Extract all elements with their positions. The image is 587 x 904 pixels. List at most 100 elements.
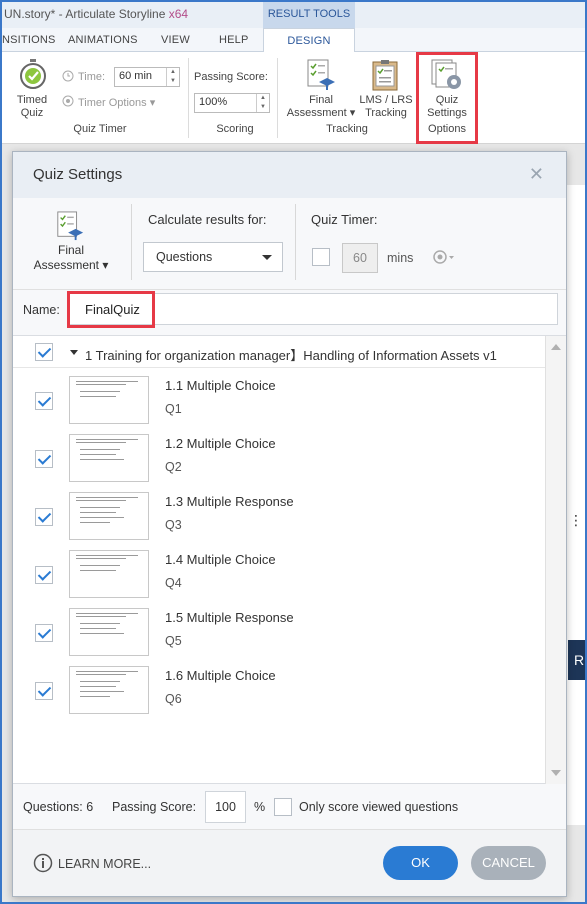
ribbon-separator — [277, 58, 278, 138]
thumbnail-text-line — [80, 507, 120, 508]
thumbnail-text-line — [76, 497, 138, 498]
final-assessment-icon[interactable] — [305, 58, 337, 95]
thumbnail-text-line — [80, 623, 120, 624]
quiz-timer-label: Quiz Timer: — [311, 212, 378, 227]
tab-design[interactable]: DESIGN — [263, 28, 355, 53]
tab-view[interactable]: VIEW — [161, 34, 190, 46]
spinner-arrows-icon[interactable]: ▲ ▼ — [166, 68, 179, 86]
final-assessment-dropdown[interactable]: Final Assessment ▾ — [283, 94, 359, 120]
passing-score-label: Passing Score: — [194, 71, 268, 83]
thumbnail-text-line — [76, 384, 126, 385]
toolbar-separator — [131, 204, 132, 280]
cancel-button[interactable]: CANCEL — [471, 846, 546, 880]
quiz-timer-group-label: Quiz Timer — [73, 123, 127, 135]
tab-animations[interactable]: ANIMATIONS — [68, 34, 138, 46]
quiz-settings-dialog: Quiz Settings ✕ Final Assessment ▾ Calcul… — [12, 151, 567, 897]
scroll-down-icon[interactable] — [551, 770, 561, 776]
question-title: 1.5 Multiple Response — [165, 610, 294, 625]
final-assessment-select[interactable]: Final Assessment ▾ — [29, 243, 113, 273]
tab-help[interactable]: HELP — [219, 34, 249, 46]
info-icon[interactable] — [33, 853, 53, 876]
question-row[interactable]: 1.3 Multiple Response Q3 — [13, 488, 545, 546]
timer-options-icon[interactable] — [433, 250, 455, 267]
question-id: Q4 — [165, 576, 182, 590]
thumbnail-text-line — [76, 442, 126, 443]
question-checkbox[interactable] — [35, 682, 53, 700]
settings-toolbar: Final Assessment ▾ Calculate results for:… — [13, 198, 566, 290]
calculate-results-label: Calculate results for: — [148, 212, 267, 227]
thumbnail-text-line — [80, 696, 110, 697]
question-row[interactable]: 1.6 Multiple Choice Q6 — [13, 662, 545, 720]
question-title: 1.3 Multiple Response — [165, 494, 294, 509]
stopwatch-icon[interactable] — [17, 58, 49, 93]
chevron-down-icon — [262, 255, 272, 260]
quiz-settings-icon[interactable] — [430, 58, 464, 95]
slide-thumbnail — [69, 434, 149, 482]
scroll-up-icon[interactable] — [551, 344, 561, 350]
question-checkbox[interactable] — [35, 450, 53, 468]
lms-tracking-icon[interactable] — [370, 58, 402, 95]
question-checkbox[interactable] — [35, 566, 53, 584]
passing-score-label: Passing Score: — [112, 800, 197, 814]
close-icon[interactable]: ✕ — [529, 164, 544, 185]
background-button-partial: R — [568, 640, 587, 680]
slide-thumbnail — [69, 666, 149, 714]
final-assessment-icon[interactable] — [55, 210, 85, 245]
scoring-group-label: Scoring — [216, 123, 254, 135]
timed-quiz-button[interactable]: Timed Quiz — [10, 94, 54, 120]
question-checkbox[interactable] — [35, 392, 53, 410]
list-scrollbar[interactable] — [545, 336, 566, 784]
spinner-arrows-icon[interactable]: ▲ ▼ — [256, 94, 269, 112]
dialog-header: Quiz Settings ✕ — [13, 152, 566, 198]
question-row[interactable]: 1.1 Multiple Choice Q1 — [13, 372, 545, 430]
timer-options-dropdown[interactable]: Timer Options ▾ — [78, 96, 155, 109]
ok-button[interactable]: OK — [383, 846, 458, 880]
scene-checkbox[interactable] — [35, 343, 53, 361]
name-highlight — [67, 291, 155, 328]
dialog-footer: LEARN MORE... OK CANCEL — [13, 830, 566, 896]
lms-lrs-tracking-button[interactable]: LMS / LRS Tracking — [356, 94, 416, 120]
thumbnail-text-line — [76, 613, 138, 614]
thumbnail-text-line — [80, 459, 124, 460]
thumbnail-text-line — [76, 674, 126, 675]
slide-thumbnail — [69, 550, 149, 598]
question-id: Q3 — [165, 518, 182, 532]
title-bar: UN.story* - Articulate Storyline x64 RES… — [0, 0, 587, 28]
question-checkbox[interactable] — [35, 508, 53, 526]
score-summary-row: Questions: 6 Passing Score: 100 % Only s… — [13, 784, 566, 830]
thumbnail-text-line — [76, 671, 138, 672]
collapse-triangle-icon[interactable] — [70, 350, 78, 355]
question-row[interactable]: 1.2 Multiple Choice Q2 — [13, 430, 545, 488]
thumbnail-text-line — [80, 449, 120, 450]
passing-score-spinner[interactable]: 100% ▲ ▼ — [194, 93, 270, 113]
scene-title: 1 Training for organization manager】Hand… — [85, 348, 497, 363]
time-spinner[interactable]: 60 min ▲ ▼ — [114, 67, 180, 87]
question-row[interactable]: 1.5 Multiple Response Q5 — [13, 604, 545, 662]
quiz-timer-checkbox[interactable] — [312, 248, 330, 266]
question-row[interactable]: 1.4 Multiple Choice Q4 — [13, 546, 545, 604]
time-label: Time: — [78, 71, 106, 83]
only-viewed-checkbox[interactable] — [274, 798, 292, 816]
options-group-label: Options — [428, 123, 466, 135]
window-title: UN.story* - Articulate Storyline x64 — [4, 7, 189, 21]
learn-more-link[interactable]: LEARN MORE... — [58, 857, 151, 871]
calculate-results-select[interactable]: Questions — [143, 242, 283, 272]
question-list: 1 Training for organization manager】Hand… — [13, 336, 566, 784]
thumbnail-text-line — [80, 681, 120, 682]
name-row: Name: FinalQuiz — [13, 290, 566, 336]
tab-transitions[interactable]: NSITIONS — [2, 34, 56, 46]
questions-count: Questions: 6 — [23, 800, 94, 814]
thumbnail-text-line — [80, 633, 124, 634]
thumbnail-text-line — [76, 555, 138, 556]
thumbnail-text-line — [76, 439, 138, 440]
quiz-settings-button[interactable]: Quiz Settings — [419, 94, 475, 120]
question-title: 1.6 Multiple Choice — [165, 668, 276, 683]
question-checkbox[interactable] — [35, 624, 53, 642]
quiz-timer-minutes[interactable]: 60 — [342, 243, 378, 273]
percent-label: % — [254, 800, 266, 814]
slide-thumbnail — [69, 376, 149, 424]
thumbnail-text-line — [80, 522, 110, 523]
passing-score-input[interactable]: 100 — [205, 791, 246, 823]
dialog-title: Quiz Settings — [33, 166, 123, 183]
thumbnail-text-line — [80, 454, 116, 455]
